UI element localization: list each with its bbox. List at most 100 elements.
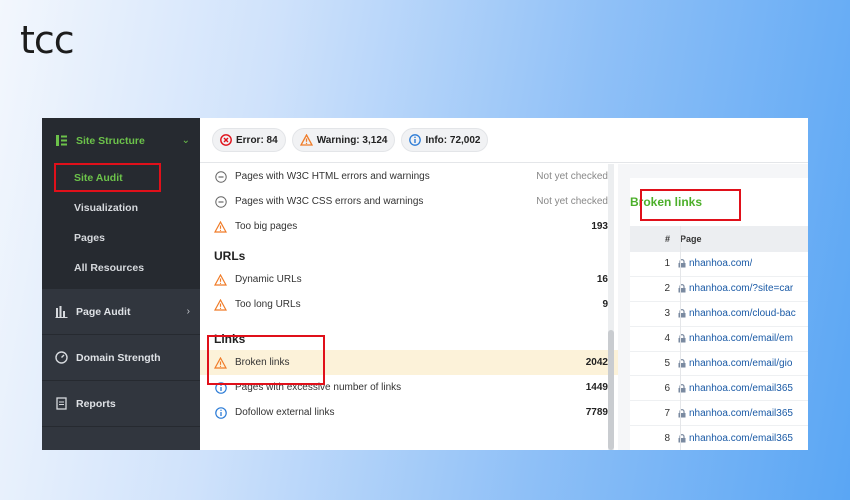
page-audit-icon <box>54 305 68 319</box>
row-number: 6 <box>664 382 670 394</box>
sidebar-item-all-resources[interactable]: All Resources <box>42 253 200 283</box>
table-body: 1 nhanhoa.com/2 nhanhoa.com/?site=car 3 nhan… <box>630 252 808 450</box>
page-url: nhanhoa.com/email365 <box>689 382 793 394</box>
chevron-down-icon: ⌄ <box>181 135 190 146</box>
sidebar-item-visualization[interactable]: Visualization <box>42 193 200 223</box>
minus-circle-icon <box>214 170 227 183</box>
details-panel: Broken links # Page 1 nhanhoa.com/2 nhanho… <box>618 164 808 450</box>
issue-label: Pages with W3C CSS errors and warnings <box>235 196 424 207</box>
issues-list: Pages with W3C HTML errors and warnings … <box>200 164 618 450</box>
row-number: 5 <box>664 358 670 369</box>
warning-icon <box>214 273 227 286</box>
error-filter-button[interactable]: Error: 84 <box>212 128 286 152</box>
issue-label: Too long URLs <box>235 299 301 310</box>
sidebar-section-reports[interactable]: Reports <box>42 381 200 427</box>
table-row[interactable]: 4 nhanhoa.com/email/em <box>630 327 808 352</box>
list-item[interactable]: Pages with excessive number of links 144… <box>200 375 618 400</box>
list-item[interactable]: Too long URLs 9 <box>200 292 618 317</box>
row-number: 3 <box>664 308 670 320</box>
issue-label: Too big pages <box>235 221 298 232</box>
issue-label: Pages with W3C HTML errors and warnings <box>235 171 430 182</box>
warning-icon <box>214 356 227 369</box>
error-count: Error: 84 <box>236 134 278 146</box>
issue-value: 193 <box>591 221 608 232</box>
sidebar-item-site-audit[interactable]: Site Audit <box>42 163 200 193</box>
column-divider <box>680 226 681 450</box>
warning-icon <box>214 298 227 311</box>
table-row[interactable]: 5 nhanhoa.com/email/gio <box>630 352 808 377</box>
minus-circle-icon <box>214 195 227 208</box>
info-filter-button[interactable]: Info: 72,002 <box>401 128 489 152</box>
chevron-right-icon: › <box>186 306 190 317</box>
info-icon <box>214 406 227 419</box>
sidebar-section-label: Domain Strength <box>76 351 161 364</box>
page-url: nhanhoa.com/cloud-bac <box>689 308 796 320</box>
row-number: 4 <box>664 333 670 345</box>
sidebar-item-pages[interactable]: Pages <box>42 223 200 253</box>
warning-count: Warning: 3,124 <box>316 134 388 146</box>
table-header: # Page <box>630 226 808 252</box>
table-row[interactable]: 2 nhanhoa.com/?site=car <box>630 277 808 302</box>
page-link[interactable]: nhanhoa.com/?site=car <box>678 283 793 294</box>
table-row[interactable]: 3 nhanhoa.com/cloud-bac <box>630 302 808 327</box>
page-url: nhanhoa.com/?site=car <box>689 283 794 295</box>
column-header-number[interactable]: # <box>630 234 678 244</box>
page-link[interactable]: nhanhoa.com/email/gio <box>678 358 792 369</box>
issue-label: Dynamic URLs <box>235 274 302 285</box>
info-icon <box>214 381 227 394</box>
sidebar-section-label: Page Audit <box>76 305 131 318</box>
row-number: 8 <box>664 432 670 444</box>
warning-icon <box>299 134 313 146</box>
sidebar-section-label: Reports <box>76 397 116 410</box>
issue-value: 16 <box>596 274 608 285</box>
page-link[interactable]: nhanhoa.com/email365 <box>678 433 793 444</box>
table-row[interactable]: 7 nhanhoa.com/email365 <box>630 401 808 427</box>
table-row[interactable]: 8 nhanhoa.com/email365 <box>630 426 808 450</box>
column-header-page[interactable]: Page <box>678 234 702 244</box>
issue-value: Not yet checked <box>536 196 608 207</box>
info-count: Info: 72,002 <box>425 134 481 146</box>
sidebar: Site Structure ⌄ Site Audit Visualizatio… <box>42 118 200 450</box>
page-url: nhanhoa.com/email/gio <box>689 358 793 369</box>
issue-value: Not yet checked <box>536 171 608 182</box>
issues-summary-bar: Error: 84 Warning: 3,124 Info: 72,002 <box>200 118 808 163</box>
warning-filter-button[interactable]: Warning: 3,124 <box>291 128 396 152</box>
table-row[interactable]: 6 nhanhoa.com/email365 <box>630 376 808 402</box>
app-window: Site Structure ⌄ Site Audit Visualizatio… <box>42 118 808 450</box>
site-structure-icon <box>54 134 68 148</box>
issue-value: 7789 <box>585 407 608 418</box>
broken-links-table: Broken links # Page 1 nhanhoa.com/2 nhanho… <box>630 178 808 450</box>
list-item[interactable]: Pages with W3C CSS errors and warnings N… <box>200 189 618 214</box>
issue-value: 2042 <box>585 357 608 368</box>
issue-label: Pages with excessive number of links <box>235 382 402 393</box>
page-link[interactable]: nhanhoa.com/cloud-bac <box>678 308 796 319</box>
row-number: 1 <box>664 258 670 270</box>
gauge-icon <box>54 351 68 365</box>
details-title: Broken links <box>630 195 703 209</box>
sidebar-section-domain-strength[interactable]: Domain Strength <box>42 335 200 381</box>
page-link[interactable]: nhanhoa.com/email/em <box>678 333 793 344</box>
tcc-logo: tcc <box>20 18 75 62</box>
warning-icon <box>214 220 227 233</box>
list-item-broken-links[interactable]: Broken links 2042 <box>200 350 618 375</box>
page-link[interactable]: nhanhoa.com/ <box>678 258 752 269</box>
issues-list-scrollbar[interactable] <box>608 164 614 450</box>
page-url: nhanhoa.com/email365 <box>689 407 793 419</box>
page-link[interactable]: nhanhoa.com/email365 <box>678 383 793 394</box>
sidebar-section-label: Site Structure <box>76 134 145 147</box>
issue-label: Dofollow external links <box>235 407 335 418</box>
list-item[interactable]: Pages with W3C HTML errors and warnings … <box>200 164 618 189</box>
group-title-links: Links <box>214 332 246 346</box>
page-url: nhanhoa.com/email365 <box>689 432 793 444</box>
table-row[interactable]: 1 nhanhoa.com/ <box>630 252 808 277</box>
sidebar-section-site-structure[interactable]: Site Structure ⌄ <box>42 118 200 163</box>
list-item[interactable]: Dofollow external links 7789 <box>200 400 618 425</box>
list-item[interactable]: Dynamic URLs 16 <box>200 267 618 292</box>
list-item[interactable]: Too big pages 193 <box>200 214 618 239</box>
page-link[interactable]: nhanhoa.com/email365 <box>678 408 793 419</box>
sidebar-section-page-audit[interactable]: Page Audit › <box>42 289 200 335</box>
issue-label: Broken links <box>235 357 290 368</box>
scroll-thumb[interactable] <box>608 330 614 450</box>
report-icon <box>54 397 68 411</box>
issue-value: 1449 <box>585 382 608 393</box>
